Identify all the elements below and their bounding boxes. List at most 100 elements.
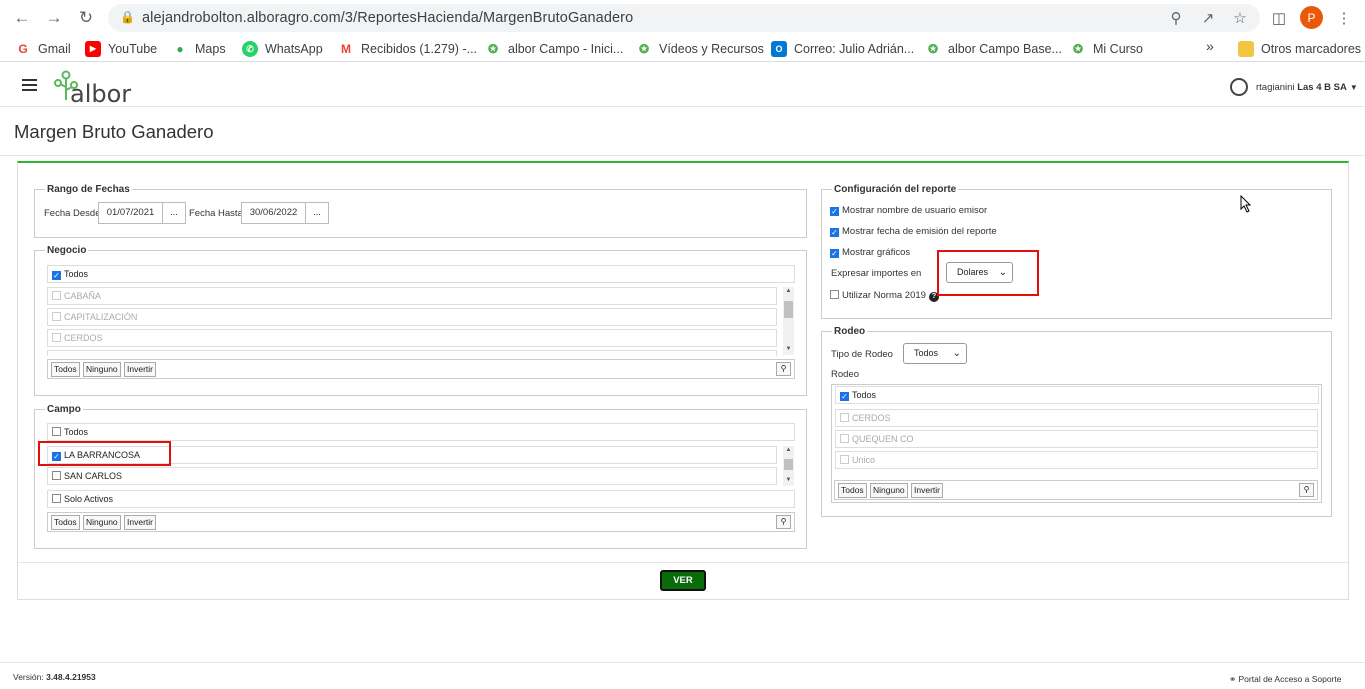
rodeo-item[interactable]: QUEQUEN CO (835, 430, 1318, 448)
option-label: CAPITALIZACIÓN (64, 312, 138, 322)
star-icon[interactable]: ☆ (1229, 7, 1251, 29)
select-value: Todos (914, 348, 939, 358)
checkbox-icon (840, 413, 849, 422)
chevron-down-icon: ⌄ (952, 348, 961, 359)
fecha-desde-label: Fecha Desde (44, 208, 101, 219)
google-icon: G (18, 42, 28, 56)
other-bookmarks[interactable]: Otros marcadores (1238, 41, 1361, 57)
checkbox-checked-icon: ✓ (52, 271, 61, 280)
bookmark-correo[interactable]: O Correo: Julio Adrián... (771, 41, 914, 57)
bookmark-albor-base[interactable]: ✪ albor Campo Base... (925, 41, 1062, 57)
option-label: Unico (852, 455, 876, 465)
fechas-legend: Rango de Fechas (47, 184, 130, 195)
albor-icon: ✪ (487, 42, 499, 56)
negocio-item-partial (47, 350, 777, 356)
profile-avatar[interactable]: P (1300, 6, 1323, 29)
albor-icon: ✪ (927, 42, 939, 56)
bookmark-maps[interactable]: ● Maps (172, 41, 226, 57)
campo-legend: Campo (47, 404, 81, 415)
negocio-item[interactable]: CAPITALIZACIÓN (47, 308, 777, 326)
hamburger-menu-icon[interactable] (22, 79, 37, 91)
negocio-toolbar: Todos Ninguno Invertir ⚲ (47, 359, 795, 379)
menu-dots-icon[interactable]: ⋮ (1333, 7, 1355, 29)
ver-button[interactable]: VER (660, 570, 706, 591)
rodeo-invertir-button[interactable]: Invertir (911, 483, 943, 498)
reload-icon[interactable]: ↻ (75, 7, 97, 29)
address-bar[interactable]: 🔒 alejandrobolton.alboragro.com/3/Report… (108, 4, 1260, 32)
negocio-todos-button[interactable]: Todos (51, 362, 80, 377)
negocio-ninguno-button[interactable]: Ninguno (83, 362, 121, 377)
rodeo-todos-button[interactable]: Todos (838, 483, 867, 498)
zoom-icon[interactable]: ⚲ (1165, 7, 1187, 29)
campo-item[interactable]: SAN CARLOS (47, 467, 777, 485)
campo-invertir-button[interactable]: Invertir (124, 515, 156, 530)
opt-graficos-checkbox[interactable]: ✓ Mostrar gráficos (830, 247, 910, 258)
albor-logo[interactable]: albor (54, 70, 134, 108)
sidepanel-icon[interactable]: ◫ (1268, 7, 1290, 29)
negocio-scrollbar[interactable]: ▲ ▼ (783, 287, 794, 355)
option-label: QUEQUEN CO (852, 434, 914, 444)
fecha-hasta-input[interactable]: 30/06/2022 (241, 202, 306, 224)
user-menu[interactable]: rtagianini Las 4 B SA ▼ (1230, 78, 1358, 96)
rodeo-item[interactable]: CERDOS (835, 409, 1318, 427)
chevron-down-icon: ▼ (1349, 82, 1358, 92)
bookmarks-overflow-button[interactable]: » (1206, 38, 1214, 54)
bookmark-albor-campo[interactable]: ✪ albor Campo - Inici... (485, 41, 623, 57)
bookmark-whatsapp[interactable]: ✆ WhatsApp (242, 41, 323, 57)
bookmark-youtube[interactable]: ▶ YouTube (85, 41, 157, 57)
bookmark-gmail[interactable]: G Gmail (15, 41, 71, 57)
support-link[interactable]: ⚭ Portal de Acceso a Soporte (1229, 674, 1342, 685)
campo-ninguno-button[interactable]: Ninguno (83, 515, 121, 530)
option-label: CABAÑA (64, 291, 102, 301)
back-icon[interactable]: ← (11, 7, 33, 29)
version-info: Versión: 3.48.4.21953 (13, 672, 96, 682)
scroll-thumb[interactable] (784, 459, 793, 470)
campo-todos-option[interactable]: Todos (47, 423, 795, 441)
checkbox-checked-icon: ✓ (830, 207, 839, 216)
fecha-hasta-picker-button[interactable]: ... (305, 202, 329, 224)
checkbox-icon (840, 434, 849, 443)
search-icon[interactable]: ⚲ (1299, 483, 1314, 497)
scroll-down-icon[interactable]: ▼ (784, 477, 793, 483)
search-icon[interactable]: ⚲ (776, 515, 791, 529)
negocio-todos-option[interactable]: ✓ Todos (47, 265, 795, 283)
fecha-desde-picker-button[interactable]: ... (162, 202, 186, 224)
bookmark-label: Gmail (38, 42, 71, 56)
forward-icon[interactable]: → (43, 7, 65, 29)
rodeo-item[interactable]: Unico (835, 451, 1318, 469)
share-icon[interactable]: ↗ (1197, 7, 1219, 29)
campo-scrollbar[interactable]: ▲ ▼ (783, 446, 794, 486)
browser-toolbar: ← → ↻ 🔒 alejandrobolton.alboragro.com/3/… (0, 0, 1365, 36)
solo-activos-option[interactable]: Solo Activos (47, 490, 795, 508)
rodeo-ninguno-button[interactable]: Ninguno (870, 483, 908, 498)
checkbox-icon (52, 312, 61, 321)
opt-fecha-checkbox[interactable]: ✓ Mostrar fecha de emisión del reporte (830, 226, 997, 237)
opt-usuario-checkbox[interactable]: ✓ Mostrar nombre de usuario emisor (830, 205, 987, 216)
bookmark-mi-curso[interactable]: ✪ Mi Curso (1070, 41, 1143, 57)
negocio-item[interactable]: CERDOS (47, 329, 777, 347)
headset-icon: ⚭ (1229, 674, 1237, 684)
scroll-up-icon[interactable]: ▲ (784, 288, 793, 294)
fecha-desde-input[interactable]: 01/07/2021 (98, 202, 163, 224)
scroll-up-icon[interactable]: ▲ (784, 447, 793, 453)
divider (18, 562, 1348, 563)
scroll-down-icon[interactable]: ▼ (784, 346, 793, 352)
search-icon[interactable]: ⚲ (776, 362, 791, 376)
rodeo-toolbar: Todos Ninguno Invertir ⚲ (834, 480, 1318, 500)
bookmark-label: Maps (195, 42, 226, 56)
gmail-icon: M (341, 42, 351, 56)
norma-checkbox[interactable]: Utilizar Norma 2019? (830, 290, 939, 302)
bookmark-label: Vídeos y Recursos (659, 42, 764, 56)
footer: Versión: 3.48.4.21953 ⚭ Portal de Acceso… (0, 662, 1365, 689)
bookmark-videos[interactable]: ✪ Vídeos y Recursos (636, 41, 764, 57)
negocio-invertir-button[interactable]: Invertir (124, 362, 156, 377)
negocio-item[interactable]: CABAÑA (47, 287, 777, 305)
tipo-rodeo-select[interactable]: Todos ⌄ (903, 343, 967, 364)
maps-pin-icon: ● (176, 42, 184, 56)
rodeo-todos-option[interactable]: ✓ Todos (835, 386, 1319, 404)
version-value: 3.48.4.21953 (46, 672, 96, 682)
scroll-thumb[interactable] (784, 301, 793, 318)
bookmark-recibidos[interactable]: M Recibidos (1.279) -... (338, 41, 477, 57)
version-label: Versión: (13, 672, 44, 682)
campo-todos-button[interactable]: Todos (51, 515, 80, 530)
